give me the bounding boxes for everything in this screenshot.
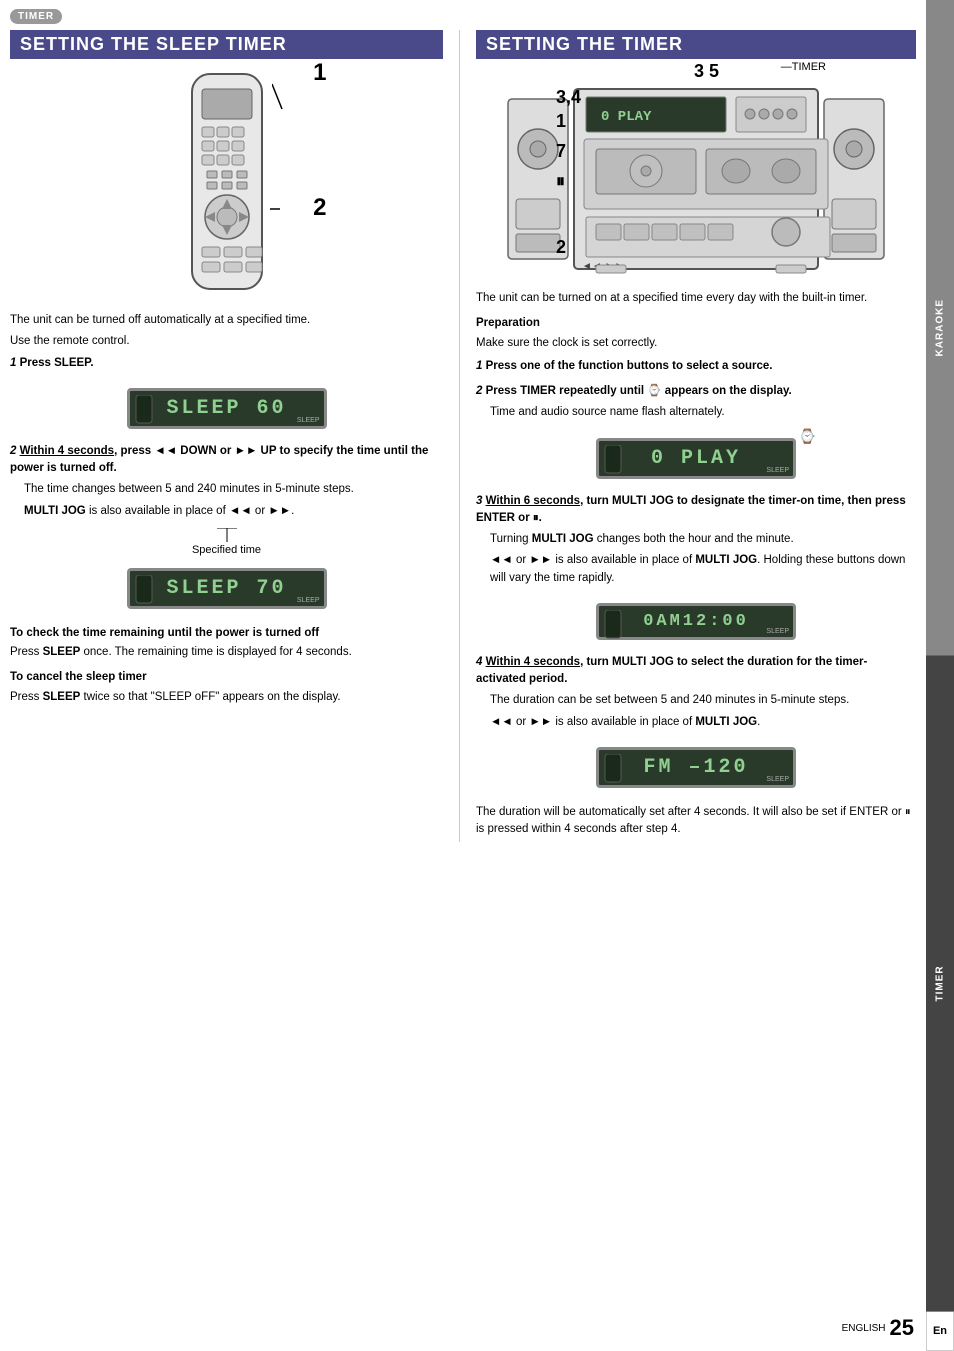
display1-text: SLEEP 60 bbox=[166, 397, 286, 420]
use-remote: Use the remote control. bbox=[10, 333, 443, 350]
timer-tab: TIMER bbox=[926, 656, 954, 1312]
timer-badge: TIMER bbox=[10, 8, 916, 30]
left-step-1: 1 Press SLEEP. bbox=[10, 355, 443, 372]
right-column: SETTING THE TIMER bbox=[460, 30, 916, 842]
timer-label-callout: —TIMER bbox=[781, 61, 826, 73]
cancel-heading: To cancel the sleep timer bbox=[10, 669, 443, 686]
right-step-3: 3 Within 6 seconds, turn MULTI JOG to de… bbox=[476, 493, 916, 587]
display-fm-text: FM –120 bbox=[643, 756, 748, 779]
left-intro: The unit can be turned off automatically… bbox=[10, 312, 443, 329]
page-number-bar: ENGLISH 25 bbox=[842, 1315, 914, 1341]
check-heading: To check the time remaining until the po… bbox=[10, 625, 443, 642]
remote-illustration-left: 1 2 bbox=[10, 69, 443, 302]
specified-time-label: Specified time bbox=[192, 544, 261, 556]
prep-body: Make sure the clock is set correctly. bbox=[476, 335, 916, 352]
specified-time-label-container: Specified time bbox=[10, 528, 443, 556]
main-content: TIMER SETTING THE SLEEP TIMER bbox=[0, 0, 926, 852]
display-fm-container: FM –120 SLEEP bbox=[476, 739, 916, 796]
sleep-indicator-time: SLEEP bbox=[766, 628, 789, 635]
remote-svg-left bbox=[172, 69, 282, 299]
right-step-4: 4 Within 4 seconds, turn MULTI JOG to se… bbox=[476, 654, 916, 731]
display-play-text: 0 PLAY bbox=[651, 447, 741, 470]
callout-34: 3,4 bbox=[556, 87, 581, 108]
left-column: SETTING THE SLEEP TIMER bbox=[10, 30, 460, 842]
cancel-sleep-section: To cancel the sleep timer Press SLEEP tw… bbox=[10, 669, 443, 706]
display-sleep70: SLEEP 70 SLEEP bbox=[127, 568, 327, 609]
svg-text:0 PLAY: 0 PLAY bbox=[601, 109, 652, 125]
system-diagram: 0 PLAY bbox=[476, 69, 916, 282]
right-section-title: SETTING THE TIMER bbox=[476, 30, 916, 59]
callout-2-right: 2 bbox=[556, 237, 566, 258]
bottom-note: The duration will be automatically set a… bbox=[476, 804, 916, 839]
sleep-indicator-2: SLEEP bbox=[297, 597, 320, 604]
left-section-title: SETTING THE SLEEP TIMER bbox=[10, 30, 443, 59]
right-intro: The unit can be turned on at a specified… bbox=[476, 290, 916, 307]
display-time-text: 0AM12:00 bbox=[643, 612, 749, 631]
callout-1-right: 1 bbox=[556, 111, 566, 132]
side-tabs: KARAOKE TIMER En bbox=[926, 0, 954, 1351]
callout-1-left: 1 bbox=[313, 59, 326, 87]
karaoke-tab: KARAOKE bbox=[926, 0, 954, 656]
display2-text: SLEEP 70 bbox=[166, 577, 286, 600]
display2-container: SLEEP 70 SLEEP bbox=[10, 560, 443, 617]
sleep-indicator-fm: SLEEP bbox=[766, 776, 789, 783]
display-time: 0AM12:00 SLEEP bbox=[596, 603, 796, 640]
right-step-2: 2 Press TIMER repeatedly until ⌚ appears… bbox=[476, 383, 916, 422]
callout-pause: ⏸ bbox=[556, 171, 565, 192]
specified-time-arrow bbox=[127, 528, 327, 544]
display-remote-icon-fm bbox=[603, 754, 623, 784]
right-step-1: 1 Press one of the function buttons to s… bbox=[476, 358, 916, 375]
two-column-layout: SETTING THE SLEEP TIMER bbox=[10, 30, 916, 842]
display-time-container: 0AM12:00 SLEEP bbox=[476, 595, 916, 648]
page-number: 25 bbox=[890, 1315, 914, 1341]
callout-35: 3 5 bbox=[694, 61, 719, 82]
display-sleep60: SLEEP 60 SLEEP bbox=[127, 388, 327, 429]
callout-7: 7 bbox=[556, 141, 566, 162]
check-time-section: To check the time remaining until the po… bbox=[10, 625, 443, 662]
sleep-indicator-play: SLEEP bbox=[766, 467, 789, 474]
display-play: 0 PLAY SLEEP bbox=[596, 438, 796, 479]
display-remote-icon-2 bbox=[134, 575, 154, 605]
callout-2-left: 2 bbox=[313, 194, 326, 222]
english-label: ENGLISH bbox=[842, 1323, 886, 1334]
cancel-body: Press SLEEP twice so that "SLEEP oFF" ap… bbox=[10, 689, 443, 706]
en-tab: En bbox=[926, 1311, 954, 1351]
display-remote-icon-play bbox=[603, 445, 623, 475]
display1-container: SLEEP 60 SLEEP bbox=[10, 380, 443, 437]
prep-heading: Preparation bbox=[476, 315, 916, 332]
check-body: Press SLEEP once. The remaining time is … bbox=[10, 644, 443, 661]
clock-symbol: ⌚ bbox=[799, 428, 816, 445]
display-play-container: ⌚ 0 PLAY SLEEP bbox=[476, 430, 916, 487]
display-remote-icon-1 bbox=[134, 395, 154, 425]
left-step-2: 2 Within 4 seconds, press ◄◄ DOWN or ►► … bbox=[10, 443, 443, 520]
display-fm: FM –120 SLEEP bbox=[596, 747, 796, 788]
display-remote-icon-time bbox=[603, 610, 623, 640]
sleep-indicator-1: SLEEP bbox=[297, 417, 320, 424]
